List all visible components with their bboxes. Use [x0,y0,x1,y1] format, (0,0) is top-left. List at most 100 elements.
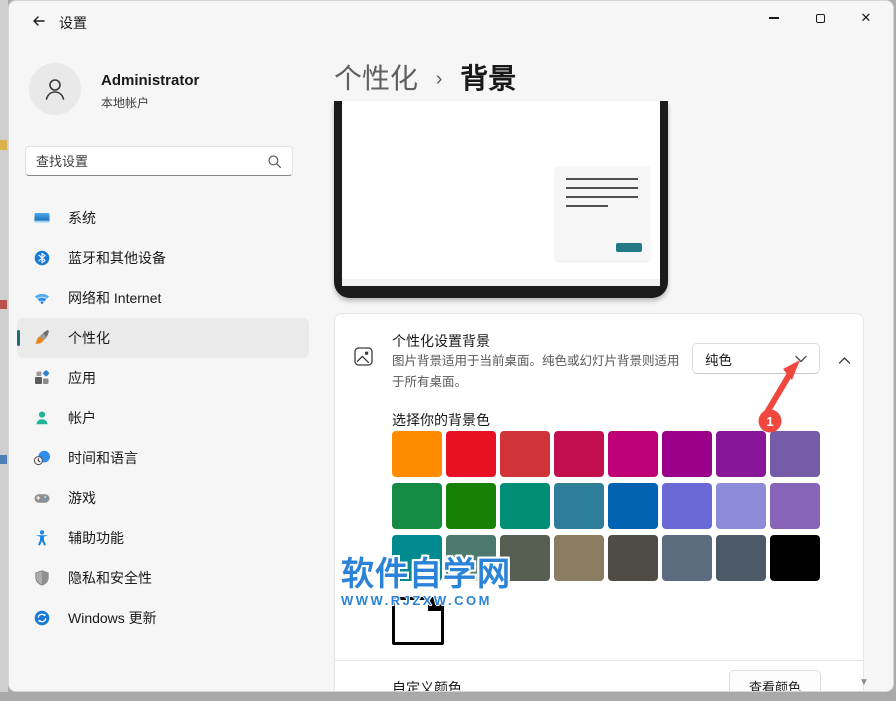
color-swatch[interactable] [446,535,496,581]
expander-description: 图片背景适用于当前桌面。纯色或幻灯片背景则适用于所有桌面。 [392,351,684,392]
color-swatch[interactable] [392,483,442,529]
sidebar-item-label: Windows 更新 [68,608,157,628]
breadcrumb-separator-icon: › [426,68,453,90]
color-swatch[interactable] [770,483,820,529]
color-swatch[interactable] [716,483,766,529]
profile-name[interactable]: Administrator [101,72,199,89]
color-swatch[interactable] [446,431,496,477]
preview-dialog-card [555,166,650,261]
close-button[interactable]: ✕ [843,1,889,35]
accessibility-icon [33,529,51,547]
gaming-icon [33,489,51,507]
sidebar-item-label: 网络和 Internet [68,288,161,308]
apps-icon [33,369,51,387]
time-language-icon [33,449,51,467]
sidebar-item-label: 系统 [68,208,96,228]
background-type-dropdown[interactable]: 纯色 [692,343,820,374]
custom-color-label: 自定义颜色 [392,678,462,692]
desktop-behind-fragment [0,140,7,150]
custom-tile-notch [428,600,441,611]
color-swatch[interactable] [608,535,658,581]
accounts-icon [33,409,51,427]
sidebar-item-label: 帐户 [68,408,96,428]
scrollbar-down-icon[interactable]: ▼ [859,677,869,688]
system-icon [33,209,51,227]
color-swatch[interactable] [662,535,712,581]
breadcrumb-parent[interactable]: 个性化 [334,63,418,94]
chevron-up-icon [838,356,851,365]
color-swatch[interactable] [770,431,820,477]
minimize-icon [769,17,779,18]
desktop-behind-fragment [0,455,7,464]
sidebar-item-label: 时间和语言 [68,448,138,468]
maximize-button[interactable] [797,1,843,35]
chevron-down-icon [795,355,807,363]
sidebar-item-label: 蓝牙和其他设备 [68,248,166,268]
sidebar-item-bluetooth[interactable]: 蓝牙和其他设备 [17,238,309,278]
desktop-behind-fragment [0,300,7,309]
color-swatch[interactable] [662,483,712,529]
sidebar-item-time-language[interactable]: 时间和语言 [17,438,309,478]
color-swatch[interactable] [554,483,604,529]
sidebar-item-privacy[interactable]: 隐私和安全性 [17,558,309,598]
search-input[interactable] [26,154,267,169]
page-title: 背景 [460,63,516,94]
privacy-icon [33,569,51,587]
color-swatch[interactable] [500,483,550,529]
color-swatch[interactable] [392,431,442,477]
sidebar-item-label: 辅助功能 [68,528,124,548]
custom-color-row: 自定义颜色 查看颜色 [334,660,864,692]
desktop-behind-strip [0,0,8,701]
sidebar-item-label: 隐私和安全性 [68,568,152,588]
color-swatch[interactable] [662,431,712,477]
back-button[interactable] [23,7,55,35]
sidebar-nav: 系统 蓝牙和其他设备 网络和 Internet 个性化 应用 [17,198,309,638]
preview-text-line [566,187,638,189]
sidebar-item-personalization[interactable]: 个性化 [17,318,309,358]
dropdown-value: 纯色 [705,349,732,369]
color-swatch[interactable] [608,483,658,529]
breadcrumb: 个性化 › 背景 [334,57,516,97]
window-title: 设置 [59,13,87,33]
sidebar-item-system[interactable]: 系统 [17,198,309,238]
preview-taskbar [342,279,660,286]
sidebar-item-windows-update[interactable]: Windows 更新 [17,598,309,638]
color-swatch[interactable] [554,431,604,477]
preview-text-line [566,178,638,180]
maximize-icon [816,14,825,23]
network-icon [33,289,51,307]
preview-text-line [566,196,638,198]
expander-title: 个性化设置背景 [392,331,490,351]
sidebar-item-accounts[interactable]: 帐户 [17,398,309,438]
caption-controls: ✕ [751,1,889,35]
profile-account-type: 本地帐户 [101,94,149,111]
color-swatch[interactable] [716,535,766,581]
color-swatch[interactable] [716,431,766,477]
sidebar-item-gaming[interactable]: 游戏 [17,478,309,518]
selected-custom-color-tile[interactable] [392,597,444,645]
color-picker-label: 选择你的背景色 [392,410,490,430]
view-colors-button[interactable]: 查看颜色 [729,670,821,692]
minimize-button[interactable] [751,1,797,35]
color-swatch[interactable] [392,535,442,581]
color-picker-section: 选择你的背景色 [334,398,864,661]
color-swatch[interactable] [770,535,820,581]
color-swatch[interactable] [500,535,550,581]
settings-window: 设置 ✕ Administrator 本地帐户 系统 [8,0,894,692]
color-swatch[interactable] [608,431,658,477]
color-swatch[interactable] [446,483,496,529]
color-swatch[interactable] [554,535,604,581]
sidebar-item-accessibility[interactable]: 辅助功能 [17,518,309,558]
collapse-expander-button[interactable] [838,352,851,370]
sidebar-item-apps[interactable]: 应用 [17,358,309,398]
preview-accent-button [616,243,642,252]
picture-icon [354,347,373,371]
search-box[interactable] [25,146,293,176]
bluetooth-icon [33,249,51,267]
color-swatch[interactable] [500,431,550,477]
sidebar-item-label: 游戏 [68,488,96,508]
back-arrow-icon [31,13,47,29]
sidebar-item-network[interactable]: 网络和 Internet [17,278,309,318]
avatar[interactable] [29,63,81,115]
sidebar-item-label: 个性化 [68,328,110,348]
